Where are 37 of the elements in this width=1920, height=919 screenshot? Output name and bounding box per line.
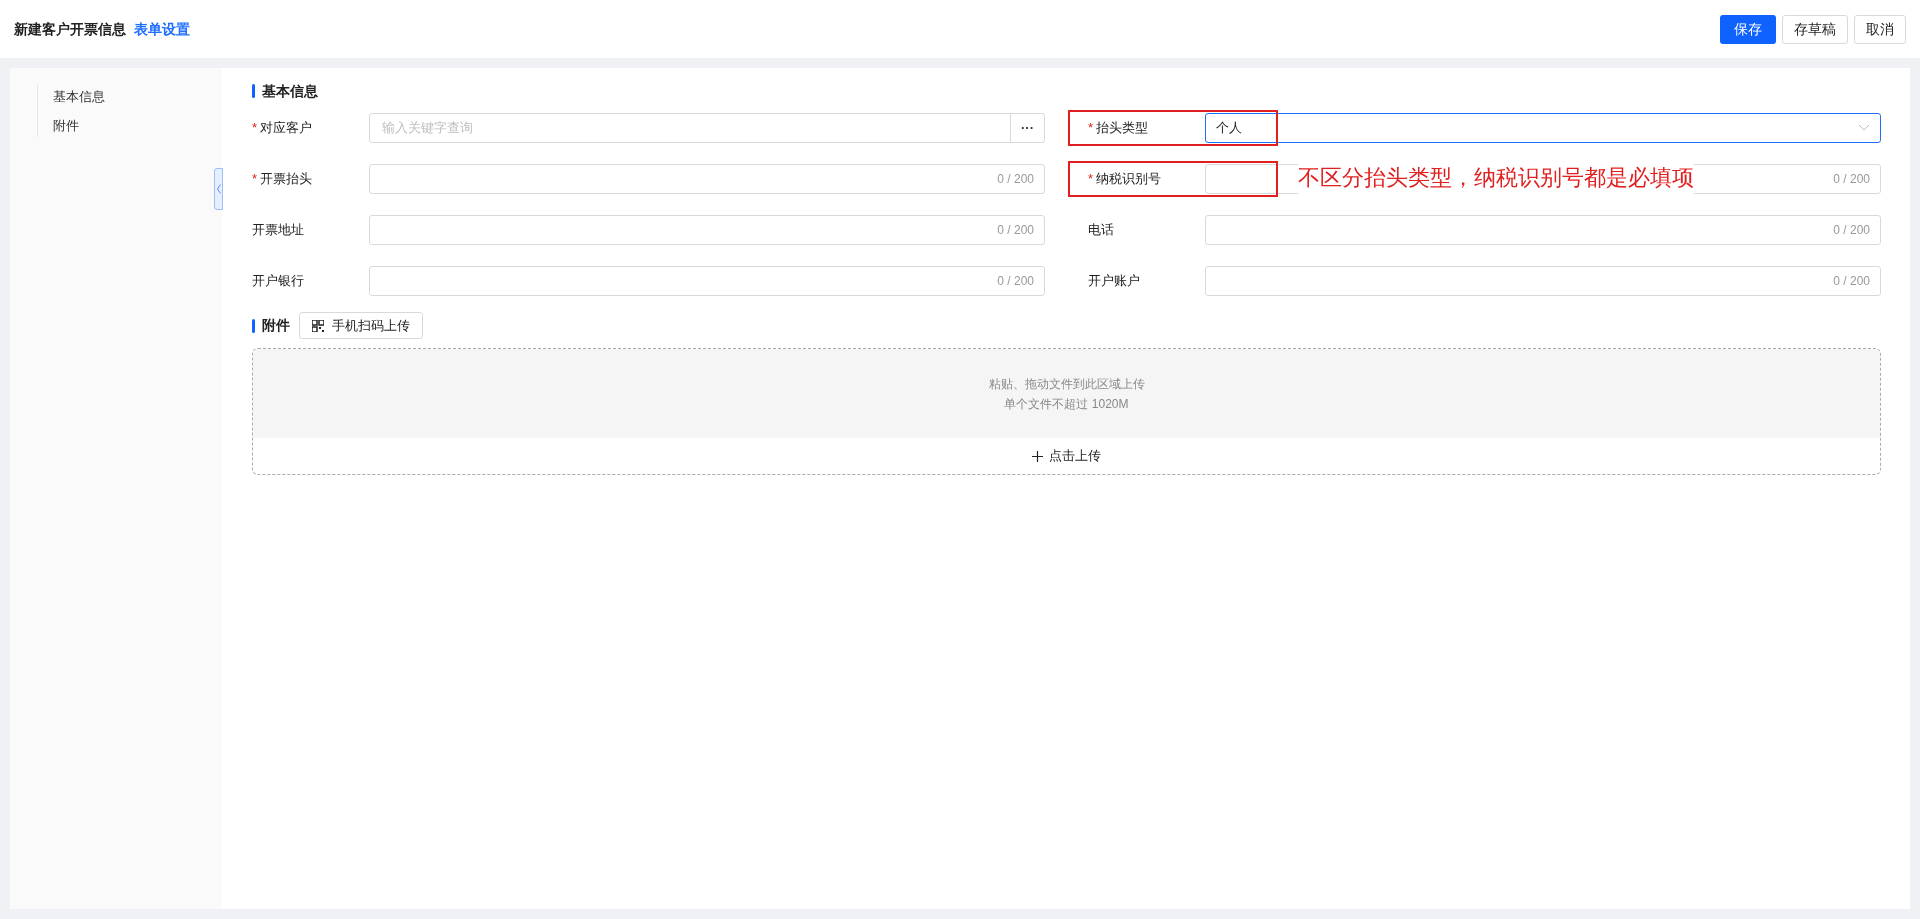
lookup-field[interactable]: 输入关键字查询 ··· bbox=[369, 113, 1045, 143]
section-title: 基本信息 bbox=[262, 81, 318, 101]
toolbar-button[interactable]: 取消 bbox=[1854, 14, 1906, 44]
annotation-tooltip: 不区分抬头类型，纳税识别号都是必填项 bbox=[1298, 162, 1694, 194]
chevron-down-icon bbox=[1858, 124, 1870, 132]
required-mark: * bbox=[1088, 170, 1094, 189]
scan-upload-button[interactable]: 手机扫码上传 bbox=[299, 312, 423, 339]
field-label: 开票地址 bbox=[252, 221, 304, 240]
sidebar-item[interactable]: 附件 bbox=[53, 115, 222, 135]
qr-code-icon bbox=[312, 319, 324, 332]
plus-icon bbox=[1032, 450, 1043, 462]
save-button[interactable]: 保存 bbox=[1720, 14, 1776, 44]
chevron-left-icon bbox=[216, 184, 221, 194]
section-title: 附件 bbox=[262, 316, 290, 335]
form-settings-link[interactable]: 表单设置 bbox=[134, 18, 190, 40]
field-label: 开户账户 bbox=[1088, 272, 1140, 291]
field-label: 抬头类型 bbox=[1096, 119, 1149, 138]
field-label: 纳税识别号 bbox=[1096, 170, 1162, 189]
field-label: 开票抬头 bbox=[260, 170, 313, 189]
drop-hint: 粘贴、拖动文件到此区域上传 bbox=[988, 375, 1145, 393]
collapse-handle[interactable] bbox=[214, 168, 223, 210]
required-mark: * bbox=[1088, 119, 1094, 138]
required-mark: * bbox=[252, 170, 258, 189]
field-label: 开户银行 bbox=[252, 272, 304, 291]
section-marker bbox=[252, 84, 255, 98]
select-field[interactable]: 个人 bbox=[1205, 113, 1881, 143]
upload-button[interactable]: 点击上传 bbox=[1032, 446, 1101, 466]
upload-area[interactable]: 粘贴、拖动文件到此区域上传 单个文件不超过 1020M 点击上传 bbox=[252, 348, 1881, 475]
size-hint: 单个文件不超过 1020M bbox=[1004, 395, 1129, 413]
more-button[interactable]: ··· bbox=[1010, 114, 1044, 142]
sidebar-item[interactable]: 基本信息 bbox=[53, 87, 222, 107]
section-marker bbox=[252, 318, 255, 333]
field-label: 对应客户 bbox=[260, 119, 313, 138]
toolbar-button[interactable]: 存草稿 bbox=[1782, 14, 1848, 44]
field-label: 电话 bbox=[1088, 221, 1114, 240]
page-title: 新建客户开票信息 bbox=[14, 19, 126, 39]
required-mark: * bbox=[252, 119, 258, 138]
